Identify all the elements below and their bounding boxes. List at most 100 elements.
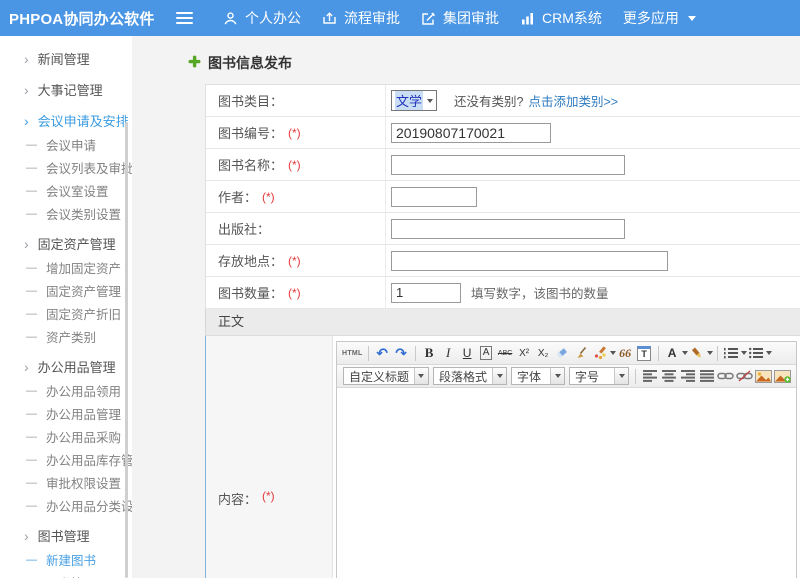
chevron-right-icon: › xyxy=(24,529,29,543)
caret-down-icon xyxy=(619,374,625,378)
sidebar-scrollbar[interactable] xyxy=(125,122,128,578)
nav-crm-system[interactable]: CRM系统 xyxy=(520,8,602,28)
sidebar-group-books[interactable]: ›图书管理 xyxy=(0,523,132,548)
caret-down-icon xyxy=(688,16,696,21)
redo-icon[interactable]: ↷ xyxy=(393,344,410,363)
sidebar-item-approval-permission[interactable]: —审批权限设置 xyxy=(0,471,132,494)
insert-image-icon[interactable] xyxy=(755,367,772,386)
text-style-icon[interactable]: A xyxy=(480,346,493,360)
category-label: 图书类目： xyxy=(218,91,283,110)
sidebar-item-supplies-manage[interactable]: —办公用品管理 xyxy=(0,402,132,425)
required-mark: (*) xyxy=(288,126,301,140)
bar-chart-icon xyxy=(520,11,535,26)
insert-image-upload-icon[interactable] xyxy=(774,367,791,386)
required-mark: (*) xyxy=(288,158,301,172)
sidebar-item-asset-manage[interactable]: —固定资产管理 xyxy=(0,279,132,302)
required-mark: (*) xyxy=(262,489,275,508)
editor-toolbar-row2: 自定义标题 段落格式 字体 字号 xyxy=(337,365,796,388)
sidebar-item-book-manage[interactable]: —图书管理 xyxy=(0,571,132,578)
subscript-icon[interactable]: X₂ xyxy=(535,344,552,363)
insert-link-icon[interactable] xyxy=(717,367,734,386)
book-name-label: 图书名称： xyxy=(218,155,283,174)
sidebar-item-add-asset[interactable]: —增加固定资产 xyxy=(0,256,132,279)
caret-down-icon[interactable] xyxy=(707,351,713,355)
font-color-icon[interactable]: A xyxy=(664,344,681,363)
required-mark: (*) xyxy=(288,286,301,300)
editor-content-area[interactable] xyxy=(337,388,796,578)
rich-text-editor: HTML ↶ ↷ B I U A ABC X² X₂ xyxy=(336,341,797,578)
sidebar-item-asset-depreciation[interactable]: —固定资产折旧 xyxy=(0,302,132,325)
sidebar-item-supplies-purchase[interactable]: —办公用品采购 xyxy=(0,425,132,448)
highlighter-icon[interactable] xyxy=(689,344,706,363)
font-size-select[interactable]: 字号 xyxy=(569,367,629,385)
body-section-header: 正文 xyxy=(205,309,800,336)
sidebar-group-fixed-assets[interactable]: ›固定资产管理 xyxy=(0,231,132,256)
caret-down-icon[interactable] xyxy=(766,351,772,355)
nav-group-approval[interactable]: 集团审批 xyxy=(421,8,499,28)
book-no-input[interactable] xyxy=(391,123,551,143)
align-justify-icon[interactable] xyxy=(698,367,715,386)
caret-down-icon[interactable] xyxy=(682,351,688,355)
sidebar-group-meeting[interactable]: ›会议申请及安排 xyxy=(0,108,132,133)
caret-down-icon xyxy=(427,99,433,103)
sidebar-item-meeting-apply[interactable]: —会议申请 xyxy=(0,133,132,156)
form-row-book-name: 图书名称： (*) xyxy=(205,149,800,181)
font-family-select[interactable]: 字体 xyxy=(511,367,565,385)
caret-down-icon[interactable] xyxy=(610,351,616,355)
sidebar-item-supplies-inventory[interactable]: —办公用品库存管理 xyxy=(0,448,132,471)
strikethrough-icon[interactable]: ABC xyxy=(497,344,514,363)
app-logo: PHPOA协同办公软件 xyxy=(0,8,170,29)
undo-icon[interactable]: ↶ xyxy=(374,344,391,363)
caret-down-icon xyxy=(555,374,561,378)
html-source-button[interactable]: HTML xyxy=(342,344,363,363)
sidebar-item-meeting-room[interactable]: —会议室设置 xyxy=(0,179,132,202)
remove-link-icon[interactable] xyxy=(736,367,753,386)
format-brush-icon[interactable] xyxy=(573,344,590,363)
quantity-input[interactable] xyxy=(391,283,461,303)
superscript-icon[interactable]: X² xyxy=(516,344,533,363)
nav-more-apps[interactable]: 更多应用 xyxy=(623,8,696,28)
category-select[interactable]: 文学 xyxy=(391,90,437,111)
paste-as-text-icon[interactable]: T xyxy=(637,346,651,361)
nav-flow-approval[interactable]: 流程审批 xyxy=(322,8,400,28)
sidebar-item-new-book[interactable]: —新建图书 xyxy=(0,548,132,571)
align-right-icon[interactable] xyxy=(679,367,696,386)
form-row-book-no: 图书编号：(*) xyxy=(205,117,800,149)
align-left-icon[interactable] xyxy=(641,367,658,386)
top-bar: PHPOA协同办公软件 个人办公 流程审批 集团审批 CRM系统 更多应用 xyxy=(0,0,800,36)
italic-icon[interactable]: I xyxy=(440,344,457,363)
nav-personal-office[interactable]: 个人办公 xyxy=(223,8,301,28)
eraser-icon[interactable] xyxy=(554,344,571,363)
location-label: 存放地点： xyxy=(218,251,283,270)
user-icon xyxy=(223,11,238,26)
custom-title-select[interactable]: 自定义标题 xyxy=(343,367,429,385)
sidebar-item-asset-category[interactable]: —资产类别 xyxy=(0,325,132,348)
underline-icon[interactable]: U xyxy=(459,344,476,363)
blockquote-icon[interactable]: 66 xyxy=(617,344,634,363)
author-input[interactable] xyxy=(391,187,477,207)
ordered-list-icon[interactable] xyxy=(723,344,740,363)
align-center-icon[interactable] xyxy=(660,367,677,386)
sidebar-group-office-supplies[interactable]: ›办公用品管理 xyxy=(0,354,132,379)
location-input[interactable] xyxy=(391,251,668,271)
sidebar-item-meeting-category[interactable]: —会议类别设置 xyxy=(0,202,132,225)
paragraph-format-select[interactable]: 段落格式 xyxy=(433,367,507,385)
caret-down-icon xyxy=(418,374,424,378)
add-category-link[interactable]: 点击添加类别>> xyxy=(528,91,618,110)
book-name-input[interactable] xyxy=(391,155,625,175)
publisher-input[interactable] xyxy=(391,219,625,239)
caret-down-icon[interactable] xyxy=(741,351,747,355)
sidebar-item-meeting-list[interactable]: —会议列表及审批 xyxy=(0,156,132,179)
sidebar-group-news[interactable]: ›新闻管理 xyxy=(0,46,132,71)
menu-toggle-icon[interactable] xyxy=(176,12,193,25)
top-nav: 个人办公 流程审批 集团审批 CRM系统 更多应用 xyxy=(223,8,696,28)
sidebar-item-supplies-classify[interactable]: —办公用品分类设置 xyxy=(0,494,132,517)
color-pen-icon[interactable] xyxy=(592,344,609,363)
sidebar-group-memorabilia[interactable]: ›大事记管理 xyxy=(0,77,132,102)
unordered-list-icon[interactable] xyxy=(748,344,765,363)
main-content: 图书信息发布 图书类目： 文学 还没有类别? 点击添加类别>> 图书编号：(*)… xyxy=(132,36,800,578)
sidebar-item-supplies-claim[interactable]: —办公用品领用 xyxy=(0,379,132,402)
bold-icon[interactable]: B xyxy=(421,344,438,363)
flow-approval-icon xyxy=(322,11,337,26)
no-category-text: 还没有类别? xyxy=(454,91,523,110)
